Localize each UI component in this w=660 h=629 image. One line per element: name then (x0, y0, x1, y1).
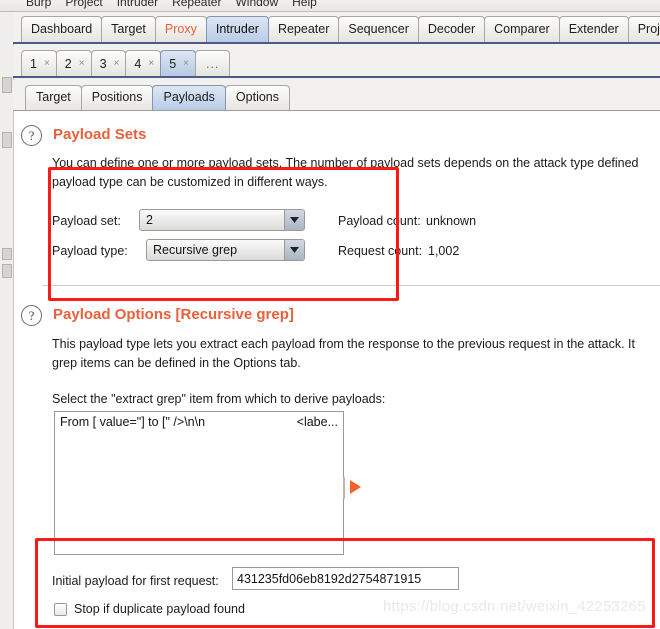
grep-expression: From [ value="] to [" />\n\n (60, 414, 206, 429)
payload-sub-tab-bar: Target Positions Payloads Options (13, 80, 660, 111)
tab-extender[interactable]: Extender (558, 16, 629, 42)
tab-dashboard[interactable]: Dashboard (21, 16, 103, 42)
payload-count-label: Payload count: (338, 214, 421, 228)
menu-item-intruder[interactable]: Intruder (117, 0, 158, 9)
payload-count-value: unknown (426, 214, 477, 228)
stop-duplicate-checkbox-row[interactable]: Stop if duplicate payload found (54, 602, 245, 616)
menu-item-window[interactable]: Window (235, 0, 278, 9)
left-vertical-rail[interactable] (0, 12, 14, 629)
payload-sets-desc-line2: payload type can be customized in differ… (52, 175, 328, 189)
chevron-down-icon[interactable] (284, 210, 304, 230)
attack-tab-2-label: 2 (64, 56, 72, 71)
payload-set-value: 2 (146, 213, 153, 227)
grep-note: <labe... (296, 414, 338, 429)
subtab-positions[interactable]: Positions (80, 85, 154, 110)
chevron-down-icon[interactable] (284, 240, 304, 260)
menu-item-repeater[interactable]: Repeater (172, 0, 221, 9)
payload-options-desc-line1: This payload type lets you extract each … (52, 337, 635, 351)
main-tab-bar: Dashboard Target Proxy Intruder Repeater… (13, 12, 660, 44)
attack-tab-5-label: 5 (169, 56, 177, 71)
attack-tab-2[interactable]: 2 × (55, 50, 92, 76)
tab-comparer[interactable]: Comparer (484, 16, 560, 42)
subtab-options[interactable]: Options (224, 85, 291, 110)
rail-scroll-thumb-2[interactable] (2, 132, 12, 148)
payload-type-label: Payload type: (52, 244, 128, 258)
close-icon[interactable]: × (79, 52, 85, 76)
menu-item-project[interactable]: Project (65, 0, 102, 9)
extract-grep-listbox[interactable]: From [ value="] to [" />\n\n <labe... (54, 411, 344, 555)
attack-tab-1-label: 1 (30, 56, 37, 71)
tab-target[interactable]: Target (101, 16, 156, 42)
payload-type-dropdown[interactable]: Recursive grep (146, 239, 305, 261)
close-icon[interactable]: × (44, 52, 50, 76)
list-item[interactable]: From [ value="] to [" />\n\n <labe... (55, 412, 343, 431)
payload-set-label: Payload set: (52, 214, 121, 228)
initial-payload-label: Initial payload for first request: (52, 574, 219, 588)
tab-intruder[interactable]: Intruder (205, 16, 269, 42)
menu-item-burp[interactable]: Burp (26, 0, 51, 9)
section-divider (42, 285, 660, 286)
attack-tab-5[interactable]: 5 × (160, 50, 196, 76)
subtab-target[interactable]: Target (25, 85, 82, 110)
payload-sets-desc-line1: You can define one or more payload sets.… (52, 156, 639, 170)
extract-grep-select-label: Select the "extract grep" item from whic… (52, 392, 386, 406)
list-edge-marker (343, 477, 345, 499)
attack-tab-1[interactable]: 1 × (21, 50, 57, 76)
tab-repeater[interactable]: Repeater (267, 16, 340, 42)
menu-item-help[interactable]: Help (292, 0, 317, 9)
payload-options-title: Payload Options [Recursive grep] (53, 306, 294, 323)
burp-suite-window: Burp Project Intruder Repeater Window He… (0, 0, 660, 629)
close-icon[interactable]: × (183, 52, 189, 76)
attack-tab-4[interactable]: 4 × (125, 50, 162, 76)
initial-payload-input[interactable]: 431235fd06eb8192d2754871915 (232, 567, 459, 590)
checkbox-icon[interactable] (54, 602, 67, 616)
close-icon[interactable]: × (114, 52, 120, 76)
attack-tab-3[interactable]: 3 × (90, 50, 127, 76)
tab-decoder[interactable]: Decoder (417, 16, 486, 42)
request-count-value: 1,002 (428, 244, 460, 258)
menu-bar: Burp Project Intruder Repeater Window He… (0, 0, 660, 12)
attack-tab-3-label: 3 (99, 56, 107, 71)
question-mark-icon[interactable]: ? (21, 305, 42, 326)
rail-scroll-thumb-4[interactable] (2, 264, 12, 278)
attack-tab-bar: 1 × 2 × 3 × 4 × 5 × ... (13, 46, 660, 78)
question-mark-icon[interactable]: ? (21, 125, 42, 146)
stop-duplicate-label: Stop if duplicate payload found (74, 602, 245, 616)
tab-sequencer[interactable]: Sequencer (338, 16, 419, 42)
play-triangle-icon[interactable] (350, 480, 361, 494)
tab-project[interactable]: Project (627, 16, 660, 42)
rail-scroll-thumb[interactable] (2, 77, 12, 93)
payload-options-desc-line2: grep items can be defined in the Options… (52, 356, 301, 370)
payload-set-dropdown[interactable]: 2 (139, 209, 305, 231)
tab-proxy[interactable]: Proxy (154, 16, 207, 42)
request-count-label: Request count: (338, 244, 423, 258)
subtab-payloads[interactable]: Payloads (152, 85, 226, 110)
payload-sets-title: Payload Sets (53, 126, 147, 143)
payload-type-value: Recursive grep (153, 243, 238, 257)
attack-tab-more[interactable]: ... (194, 50, 231, 76)
attack-tab-4-label: 4 (134, 56, 142, 71)
payloads-panel: ? Payload Sets You can define one or mor… (14, 111, 660, 629)
rail-scroll-thumb-3[interactable] (2, 248, 12, 260)
close-icon[interactable]: × (148, 52, 154, 76)
